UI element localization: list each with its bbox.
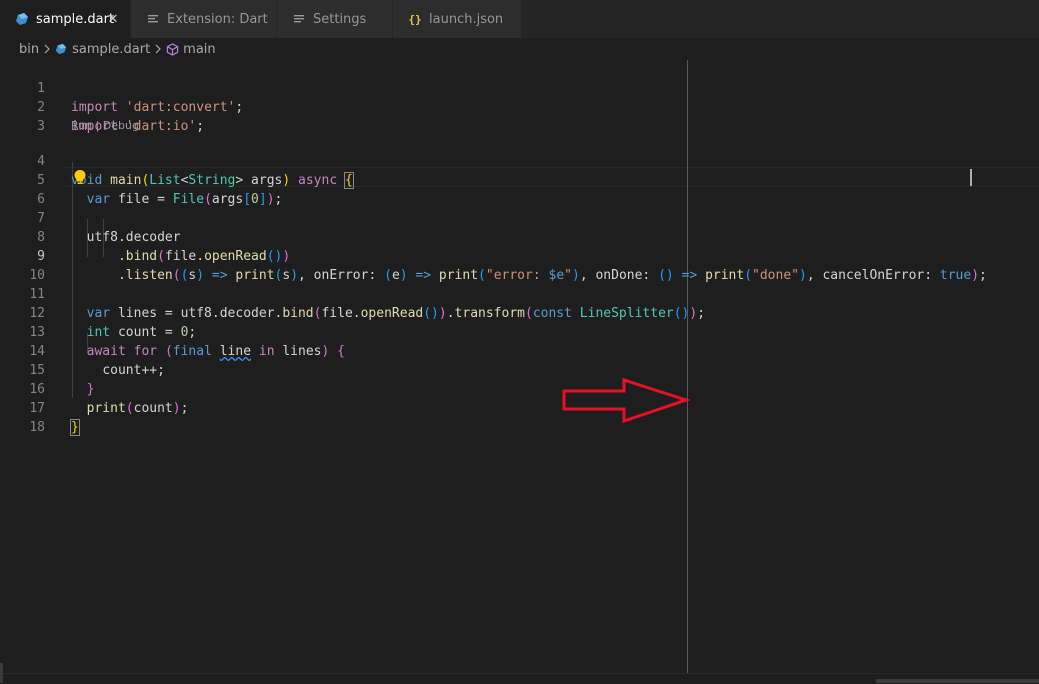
code-line: 3 <box>0 98 1039 134</box>
method-cube-icon <box>166 42 179 56</box>
tab-launch-json[interactable]: {} launch.json <box>393 0 522 38</box>
code-line: 6 <box>0 171 1039 207</box>
code-line: 7 utf8.decoder <box>0 190 1039 245</box>
code-line: 15 } <box>0 342 1039 397</box>
line-number: 18 <box>29 420 45 435</box>
tab-settings[interactable]: Settings <box>277 0 393 38</box>
code-line: 18 <box>0 399 1039 435</box>
panel-edge <box>0 663 3 683</box>
breadcrumb: bin sample.dart main <box>0 38 1039 60</box>
code-line: 11 var lines = utf8.decoder.bind(file.op… <box>0 266 1039 321</box>
chevron-right-icon <box>43 44 51 54</box>
preview-icon <box>145 11 161 27</box>
breadcrumb-symbol-label: main <box>183 41 216 57</box>
breadcrumb-file[interactable]: sample.dart <box>55 42 150 57</box>
codelens-run[interactable]: Run <box>71 119 92 132</box>
tab-label: Extension: Dart <box>167 11 268 27</box>
breadcrumb-file-label: sample.dart <box>72 41 151 57</box>
code-line: 17 } <box>0 380 1039 436</box>
code-line: 1 import 'dart:convert'; <box>0 60 1039 115</box>
tab-sample-dart[interactable]: sample.dart ✕ <box>0 0 131 38</box>
settings-file-icon <box>291 11 307 27</box>
chevron-right-icon <box>154 44 162 54</box>
code-line: 8 .bind(file.openRead()) <box>0 209 1039 264</box>
tab-label: launch.json <box>429 11 504 27</box>
code-line: 12 int count = 0; <box>0 285 1039 340</box>
dart-icon <box>55 43 67 55</box>
code-line: 14 count++; <box>0 323 1039 378</box>
code-line: 16 print(count); <box>0 361 1039 416</box>
tab-extension-dart[interactable]: Extension: Dart <box>131 0 277 38</box>
breadcrumb-folder[interactable]: bin <box>19 42 39 57</box>
editor-tab-bar: sample.dart ✕ Extension: Dart Settings {… <box>0 0 1039 38</box>
codelens-separator: | <box>92 119 103 132</box>
code-line: 4 void main(List<String> args) async { <box>0 133 1039 189</box>
lightbulb-icon[interactable] <box>73 169 87 186</box>
scrollbar-thumb[interactable] <box>876 679 1039 683</box>
codelens: Run | Debug <box>71 118 139 134</box>
tab-label: sample.dart <box>36 11 115 27</box>
annotation-arrow-icon <box>562 377 691 428</box>
breadcrumb-symbol[interactable]: main <box>166 41 216 57</box>
text-cursor <box>970 169 972 186</box>
code-line: 2 import 'dart:io'; <box>0 79 1039 134</box>
code-line: 10 <box>0 247 1039 283</box>
code-line-current: 9 .listen((s) => print(s), onError: (e) … <box>0 228 1039 283</box>
dart-icon <box>14 11 30 27</box>
code-line: 5 var file = File(args[0]); <box>0 152 1039 207</box>
json-braces-icon: {} <box>408 12 422 26</box>
code-line: 13 await for (final line in lines) { <box>0 304 1039 359</box>
tab-label: Settings <box>313 11 367 27</box>
codelens-debug[interactable]: Debug <box>103 119 139 132</box>
close-icon[interactable]: ✕ <box>106 12 120 27</box>
